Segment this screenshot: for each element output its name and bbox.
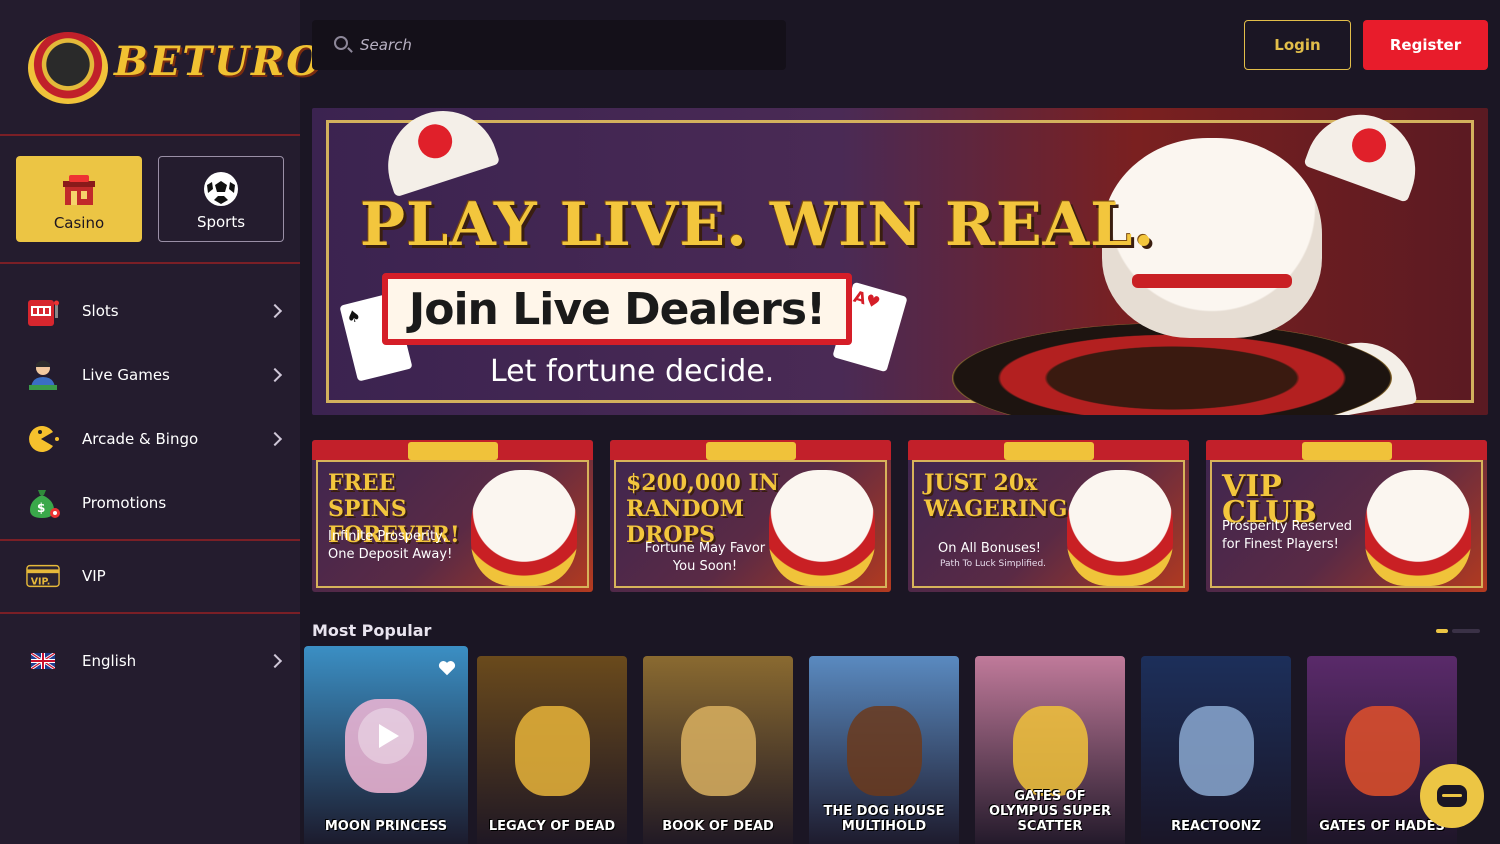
chat-icon [1437, 785, 1467, 807]
sidebar-item-live-games[interactable]: Live Games [0, 350, 300, 400]
lucky-cat-icon [471, 470, 577, 586]
category-casino-button[interactable]: Casino [16, 156, 142, 242]
brand-name: BETURO [114, 38, 324, 85]
search-icon [334, 36, 348, 50]
game-artwork [1178, 706, 1254, 796]
chat-support-button[interactable] [1420, 764, 1484, 828]
game-tile[interactable]: LEGACY OF DEADPlay'n Go [477, 656, 627, 844]
chevron-right-icon [267, 367, 283, 383]
slot-machine-icon [26, 294, 60, 328]
game-title: MOON PRINCESS [324, 819, 448, 834]
brand-logo[interactable]: BETURO [28, 30, 321, 105]
lucky-cat-logo-icon [28, 32, 108, 104]
game-title: LEGACY OF DEAD [488, 819, 616, 834]
sidebar-item-slots[interactable]: Slots [0, 286, 300, 336]
game-tile[interactable]: THE DOG HOUSE MULTIHOLDPragmatic [809, 656, 959, 844]
game-artwork [1012, 706, 1088, 796]
promo-text: Infinite Prosperity, One Deposit Away! [328, 529, 453, 562]
lucky-cat-icon [1067, 470, 1173, 586]
uk-flag-icon [26, 644, 60, 678]
divider [0, 134, 300, 136]
promo-card-wagering[interactable]: JUST 20x WAGERING On All Bonuses! Path T… [908, 440, 1189, 592]
promo-ornament [706, 442, 796, 460]
casino-app: BETURO Casino Sports Slots Live Games Ar… [0, 0, 1500, 844]
search-bar[interactable] [312, 20, 786, 70]
chevron-right-icon [267, 303, 283, 319]
promo-ornament [1302, 442, 1392, 460]
lucky-cat-icon [1365, 470, 1471, 586]
money-bag-icon: $ [26, 486, 60, 520]
game-tile[interactable]: BOOK OF DEADPlay'n Go [643, 656, 793, 844]
login-button[interactable]: Login [1244, 20, 1351, 70]
svg-text:VIP.: VIP. [31, 577, 51, 588]
divider [0, 539, 300, 541]
sidebar-item-label: Arcade & Bingo [82, 430, 199, 448]
casino-icon [61, 172, 97, 208]
category-label: Sports [196, 213, 246, 231]
promo-title: $200,000 IN RANDOM DROPS [626, 470, 779, 548]
promo-text: Prosperity Reserved for Finest Players! [1222, 519, 1353, 552]
chevron-right-icon [267, 653, 283, 669]
vip-icon: VIP. [26, 559, 60, 593]
game-tile[interactable]: MOON PRINCESSPlay'n Go [304, 646, 468, 844]
sidebar-item-promotions[interactable]: $ Promotions [0, 478, 300, 528]
sidebar-item-label: VIP [82, 567, 106, 585]
sidebar-item-arcade-bingo[interactable]: Arcade & Bingo [0, 414, 300, 464]
carousel-pager-active[interactable] [1436, 629, 1448, 633]
promo-text: On All Bonuses! [938, 541, 1041, 556]
language-selector[interactable]: English [0, 636, 300, 686]
game-title: REACTOONZ [1171, 819, 1261, 834]
language-label: English [82, 652, 137, 670]
chevron-right-icon [267, 431, 283, 447]
sidebar: BETURO Casino Sports Slots Live Games Ar… [0, 0, 321, 844]
promo-card-free-spins[interactable]: FREE SPINS FOREVER! Infinite Prosperity,… [312, 440, 593, 592]
game-artwork [680, 706, 756, 796]
hero-subtitle: Join Live Dealers! [408, 283, 826, 335]
promo-card-random-drops[interactable]: $200,000 IN RANDOM DROPS Fortune May Fav… [610, 440, 891, 592]
sidebar-item-label: Promotions [82, 494, 167, 512]
section-title-most-popular: Most Popular [312, 621, 432, 640]
sidebar-item-vip[interactable]: VIP. VIP [0, 551, 300, 601]
promo-ornament [408, 442, 498, 460]
play-icon[interactable] [358, 708, 414, 764]
cat-collar-icon [1132, 274, 1292, 288]
category-sports-button[interactable]: Sports [158, 156, 284, 242]
sidebar-item-label: Slots [82, 302, 119, 320]
promo-title: JUST 20x WAGERING [924, 470, 1068, 522]
hero-scroll: Join Live Dealers! [382, 273, 852, 345]
favorite-heart-icon[interactable] [438, 660, 456, 676]
game-artwork [514, 706, 590, 796]
promo-card-vip-club[interactable]: VIP CLUB Prosperity Reserved for Finest … [1206, 440, 1487, 592]
game-artwork [846, 706, 922, 796]
divider [0, 262, 300, 264]
promo-text: Fortune May Favor You Soon! [644, 541, 766, 574]
hero-title: PLAY LIVE. WIN REAL. [360, 190, 1156, 260]
category-label: Casino [53, 214, 105, 232]
dealer-icon [26, 358, 60, 392]
hero-banner[interactable]: ♠ A♥ PLAY LIVE. WIN REAL. Join Live Deal… [312, 108, 1488, 415]
game-artwork [1344, 706, 1420, 796]
game-title: BOOK OF DEAD [662, 819, 774, 834]
soccer-ball-icon [203, 171, 239, 207]
game-title: GATES OF OLYMPUS SUPER SCATTER [989, 789, 1111, 834]
promo-small-text: Path To Luck Simplified. [940, 559, 1047, 569]
game-title: THE DOG HOUSE MULTIHOLD [823, 804, 945, 834]
register-button[interactable]: Register [1363, 20, 1488, 70]
game-tile[interactable]: GATES OF OLYMPUS SUPER SCATTERPragmatic [975, 656, 1125, 844]
divider [0, 612, 300, 614]
sidebar-item-label: Live Games [82, 366, 170, 384]
promo-ornament [1004, 442, 1094, 460]
hero-tagline: Let fortune decide. [490, 354, 775, 389]
carousel-pager[interactable] [1452, 629, 1480, 633]
search-input[interactable] [360, 32, 760, 58]
pacman-icon [26, 422, 60, 456]
game-tile[interactable]: REACTOONZPlay'n Go [1141, 656, 1291, 844]
svg-text:$: $ [37, 501, 45, 515]
